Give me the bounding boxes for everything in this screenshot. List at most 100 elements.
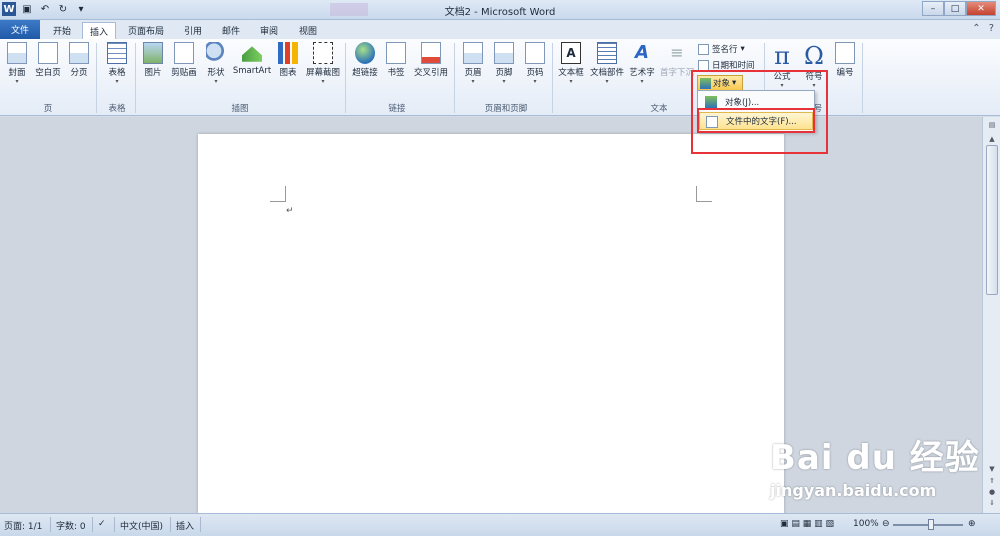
group-separator [552, 43, 553, 113]
tab-mailings[interactable]: 邮件 [214, 22, 248, 39]
table-button[interactable]: 表格 ▾ [104, 42, 130, 85]
dropcap-icon: ≡ [670, 43, 684, 62]
omega-icon: Ω [804, 42, 824, 70]
pi-icon: π [774, 42, 790, 70]
cover-page-icon [7, 42, 27, 64]
page-break-icon [69, 42, 89, 64]
page-number-button[interactable]: 页码 ▾ [522, 42, 548, 85]
zoom-level[interactable]: 100% [853, 519, 879, 529]
word-count-status[interactable]: 字数: 0 [56, 519, 86, 532]
insert-mode-status[interactable]: 插入 [176, 519, 194, 532]
window-title: 文档2 - Microsoft Word [444, 7, 556, 18]
group-separator [862, 43, 863, 113]
status-bar: 页面: 1/1 字数: 0 ✓ 中文(中国) 插入 ▣ ▤ ▦ ▥ ▧ 100%… [0, 513, 1000, 536]
minimize-ribbon-icon[interactable]: ⌃ [972, 23, 980, 34]
textbox-icon: A [561, 42, 581, 64]
smartart-icon [242, 46, 262, 62]
number-icon [835, 42, 855, 64]
next-page-icon[interactable]: ⇓ [986, 499, 998, 510]
margin-corner-mark [696, 186, 712, 202]
close-button[interactable]: ✕ [966, 1, 996, 16]
signature-line-button[interactable]: 签名行 ▾ [698, 43, 745, 55]
tab-file[interactable]: 文件 [0, 20, 40, 39]
chart-icon [278, 42, 298, 64]
group-label-pages: 页 [43, 104, 53, 114]
tab-insert[interactable]: 插入 [82, 22, 116, 39]
zoom-in-icon[interactable]: ⊕ [968, 519, 976, 529]
scroll-thumb[interactable] [986, 145, 998, 295]
number-button[interactable]: 编号 [832, 42, 858, 78]
smartart-button[interactable]: SmartArt [231, 42, 273, 76]
browse-object-icon[interactable]: ● [986, 488, 998, 499]
chart-button[interactable]: 图表 [276, 42, 300, 78]
print-layout-view-icon[interactable]: ▣ ▤ ▦ ▥ ▧ [780, 519, 834, 529]
page-number-icon [525, 42, 545, 64]
shapes-icon [206, 42, 226, 64]
document-page[interactable]: ↵ [198, 134, 784, 514]
header-icon [463, 42, 483, 64]
wordart-icon: A [635, 42, 649, 63]
annotation-inner-box [697, 108, 815, 133]
tab-review[interactable]: 审阅 [252, 22, 286, 39]
textbox-button[interactable]: A 文本框 ▾ [556, 42, 586, 85]
cover-page-button[interactable]: 封面 ▾ [4, 42, 30, 85]
ribbon-tabs: 文件 开始 插入 页面布局 引用 邮件 审阅 视图 ⌃ ? [0, 20, 1000, 39]
minimize-button[interactable]: – [922, 1, 944, 16]
cross-reference-button[interactable]: 交叉引用 [412, 42, 450, 78]
bookmark-icon [386, 42, 406, 64]
group-separator [454, 43, 455, 113]
screenshot-button[interactable]: 屏幕截图 ▾ [303, 42, 343, 85]
footer-icon [494, 42, 514, 64]
previous-page-icon[interactable]: ⇑ [986, 477, 998, 488]
footer-button[interactable]: 页脚 ▾ [491, 42, 517, 85]
tab-view[interactable]: 视图 [291, 22, 325, 39]
picture-button[interactable]: 图片 [141, 42, 165, 78]
clipart-icon [174, 42, 194, 64]
maximize-button[interactable]: □ [944, 1, 966, 16]
quick-parts-button[interactable]: 文档部件 ▾ [589, 42, 625, 85]
help-icon[interactable]: ? [989, 23, 994, 34]
calendar-icon [698, 59, 709, 71]
language-status[interactable]: 中文(中国) [120, 519, 163, 532]
signature-line-icon [698, 43, 709, 55]
proofing-icon[interactable]: ✓ [98, 519, 106, 529]
tab-page-layout[interactable]: 页面布局 [121, 22, 171, 39]
scroll-down-icon[interactable]: ▼ [986, 465, 998, 476]
page-count-status[interactable]: 页面: 1/1 [4, 519, 42, 532]
cross-reference-icon [421, 42, 441, 64]
table-icon [107, 42, 127, 64]
paragraph-mark: ↵ [286, 206, 294, 216]
zoom-slider-knob[interactable] [928, 519, 934, 530]
quick-parts-icon [597, 42, 617, 64]
tab-home[interactable]: 开始 [44, 22, 80, 39]
group-separator [135, 43, 136, 113]
blank-page-icon [38, 42, 58, 64]
title-bar: W ▣ ↶ ↻ ▾ 文档2 - Microsoft Word – □ ✕ [0, 0, 1000, 20]
group-label-links: 链接 [388, 104, 406, 114]
zoom-out-icon[interactable]: ⊖ [882, 519, 890, 529]
vertical-scrollbar[interactable]: ▤ ▲ ▼ ⇑ ● ⇓ [982, 117, 1000, 513]
hyperlink-icon [355, 42, 375, 64]
shapes-button[interactable]: 形状 ▾ [203, 42, 229, 85]
clipart-button[interactable]: 剪贴画 [168, 42, 200, 78]
header-button[interactable]: 页眉 ▾ [460, 42, 486, 85]
screenshot-icon [313, 42, 333, 64]
group-label-header-footer: 页眉和页脚 [484, 104, 528, 114]
ruler-toggle-icon[interactable]: ▤ [986, 121, 998, 132]
dropcap-button[interactable]: ≡ 首字下沉 [659, 42, 695, 78]
group-separator [96, 43, 97, 113]
window-controls: – □ ✕ [922, 1, 996, 16]
group-label-tables: 表格 [108, 104, 126, 114]
picture-icon [143, 42, 163, 64]
wordart-button[interactable]: A 艺术字 ▾ [627, 42, 657, 85]
group-label-illustrations: 插图 [231, 104, 249, 114]
baidu-watermark: Bai du 经验 jingyan.baidu.com [770, 438, 980, 500]
hyperlink-button[interactable]: 超链接 [350, 42, 380, 78]
ribbon-insert: 封面 ▾ 空白页 分页 页 表格 ▾ 表格 图片 剪贴画 形状 ▾ SmartArt … [0, 39, 1000, 116]
bookmark-button[interactable]: 书签 [384, 42, 408, 78]
group-label-text: 文本 [650, 104, 668, 114]
blank-page-button[interactable]: 空白页 [33, 42, 63, 78]
tab-references[interactable]: 引用 [176, 22, 210, 39]
page-break-button[interactable]: 分页 [66, 42, 92, 78]
margin-corner-mark [270, 186, 286, 202]
